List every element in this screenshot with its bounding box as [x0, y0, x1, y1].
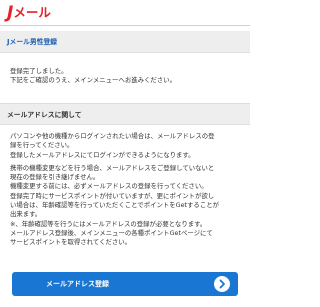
paragraph-line: メールアドレス登録後、メインメニューの各種ポイントGetページにて: [10, 228, 213, 237]
logo-letter-j: J: [7, 3, 13, 23]
registration-title: Jメール男性登録: [0, 31, 250, 53]
paragraph-line: 録を行ってください。: [10, 141, 74, 150]
registration-message: 登録完了しました。 下記をご確認のうえ、メインメニューへお進みください。: [10, 67, 242, 86]
paragraph-line: 出来ます。: [10, 210, 42, 219]
logo-text: メール: [13, 5, 51, 20]
registration-instruction-text: 下記をご確認のうえ、メインメニューへお進みください。: [10, 76, 176, 85]
paragraph-line: ※、年齢確認等を行うにはメールアドレスの登録が必要となります。: [10, 219, 207, 228]
register-email-button[interactable]: メールアドレス登録: [12, 272, 238, 296]
paragraph-line: パソコンや他の機種からログインされたい場合は、メールアドレスの登: [10, 132, 215, 140]
email-section-body: パソコンや他の機種からログインされたい場合は、メールアドレスの登 録を行ってくだ…: [10, 132, 244, 251]
paragraph-line: 登録完了時にサービスポイントが付いていますが、更にポイントが欲し: [10, 191, 215, 200]
registration-complete-text: 登録完了しました。: [10, 67, 68, 75]
paragraph-line: い場合は、年齢確認等を行っていただくことでポイントをGetすることが: [10, 200, 219, 209]
site-header: J メール: [0, 0, 250, 26]
email-login-paragraph: パソコンや他の機種からログインされたい場合は、メールアドレスの登 録を行ってくだ…: [10, 132, 244, 160]
chevron-right-icon: [214, 276, 230, 292]
paragraph-line: 携帯の機種変更などを行う場合、メールアドレスをご登録していないと: [10, 163, 215, 172]
jmail-logo[interactable]: J メール: [7, 3, 51, 23]
device-change-paragraph: 携帯の機種変更などを行う場合、メールアドレスをご登録していないと 現在の登録を引…: [10, 164, 244, 248]
paragraph-line: 現在の登録を引き継げません。: [10, 173, 100, 182]
paragraph-line: 機種変更する前には、必ずメールアドレスの登録を行ってください。: [10, 182, 208, 191]
paragraph-line: サービスポイントを取得されてください。: [10, 238, 132, 247]
register-email-button-label: メールアドレス登録: [46, 280, 109, 288]
email-section-title: メールアドレスに関して: [0, 103, 250, 125]
paragraph-line: 登録したメールアドレスにてログインができるようになります。: [10, 150, 195, 159]
